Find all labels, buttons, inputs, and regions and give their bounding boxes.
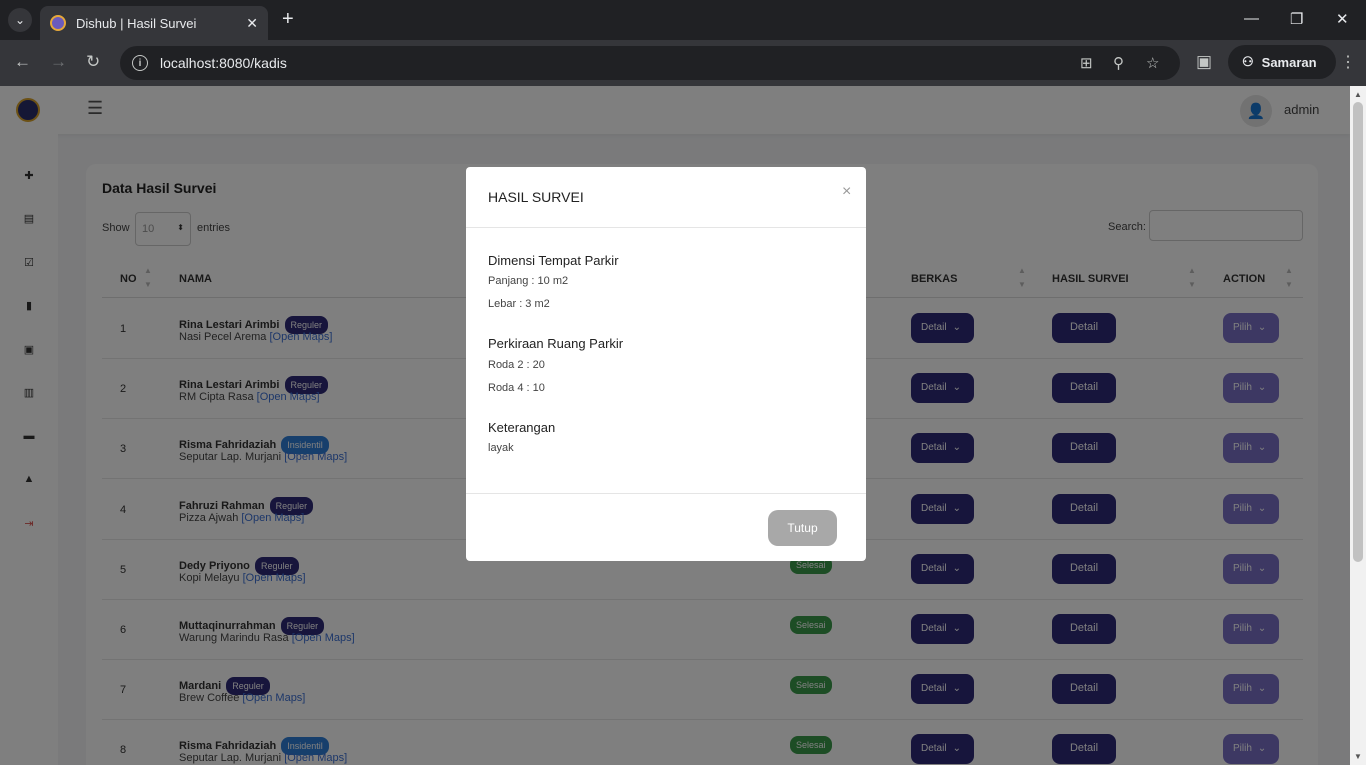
- minimize-icon[interactable]: —: [1244, 10, 1259, 27]
- modal-close-icon[interactable]: ×: [842, 183, 851, 201]
- scroll-up-icon[interactable]: ▲: [1354, 90, 1362, 99]
- side-panel-icon[interactable]: ▣: [1196, 52, 1212, 72]
- modal-header: HASIL SURVEI ×: [466, 167, 866, 228]
- site-info-icon[interactable]: i: [132, 55, 148, 71]
- section-item: Roda 2 : 20: [488, 359, 545, 371]
- reload-icon[interactable]: ↻: [86, 52, 100, 72]
- section-item: layak: [488, 442, 514, 454]
- section-title-perkiraan: Perkiraan Ruang Parkir: [488, 336, 624, 351]
- modal-footer: Tutup: [466, 493, 866, 561]
- section-title-dimensi: Dimensi Tempat Parkir: [488, 253, 619, 268]
- tab-title: Dishub | Hasil Survei: [76, 15, 197, 31]
- profile-button[interactable]: ⚇ Samaran: [1228, 45, 1336, 79]
- bookmark-star-icon[interactable]: ☆: [1146, 54, 1159, 72]
- tutup-button[interactable]: Tutup: [768, 510, 837, 546]
- window-close-icon[interactable]: ✕: [1336, 10, 1349, 28]
- browser-tab[interactable]: Dishub | Hasil Survei ✕: [40, 6, 268, 40]
- back-icon[interactable]: ←: [14, 52, 31, 72]
- translate-icon[interactable]: ⊞: [1080, 54, 1093, 72]
- zoom-icon[interactable]: ⚲: [1113, 54, 1124, 72]
- favicon-icon: [50, 15, 66, 31]
- section-item: Roda 4 : 10: [488, 382, 545, 394]
- new-tab-icon[interactable]: +: [282, 8, 294, 31]
- page-scrollbar[interactable]: ▲ ▼: [1350, 86, 1366, 765]
- scrollbar-thumb[interactable]: [1353, 102, 1363, 562]
- tab-close-icon[interactable]: ✕: [246, 15, 258, 32]
- browser-toolbar: ← → ↻ i localhost:8080/kadis ⊞ ⚲ ☆ ▣ ⚇ S…: [0, 40, 1366, 86]
- section-item: Panjang : 10 m2: [488, 275, 569, 287]
- scroll-down-icon[interactable]: ▼: [1354, 752, 1362, 761]
- restore-icon[interactable]: ❐: [1290, 10, 1303, 28]
- browser-menu-icon[interactable]: ⋮: [1340, 52, 1356, 72]
- tab-search-chevron-icon[interactable]: ⌄: [8, 8, 32, 32]
- section-title-keterangan: Keterangan: [488, 420, 556, 435]
- hasil-survei-modal: HASIL SURVEI × Dimensi Tempat Parkir Pan…: [466, 167, 866, 561]
- modal-title: HASIL SURVEI: [488, 189, 584, 205]
- profile-name: Samaran: [1261, 54, 1317, 70]
- forward-icon[interactable]: →: [50, 52, 67, 72]
- browser-tabstrip: ⌄ Dishub | Hasil Survei ✕ + — ❐ ✕: [0, 0, 1366, 40]
- incognito-icon: ⚇: [1242, 54, 1254, 69]
- address-bar[interactable]: i localhost:8080/kadis ⊞ ⚲ ☆: [120, 46, 1180, 80]
- section-item: Lebar : 3 m2: [488, 298, 550, 310]
- url-text[interactable]: localhost:8080/kadis: [160, 55, 287, 71]
